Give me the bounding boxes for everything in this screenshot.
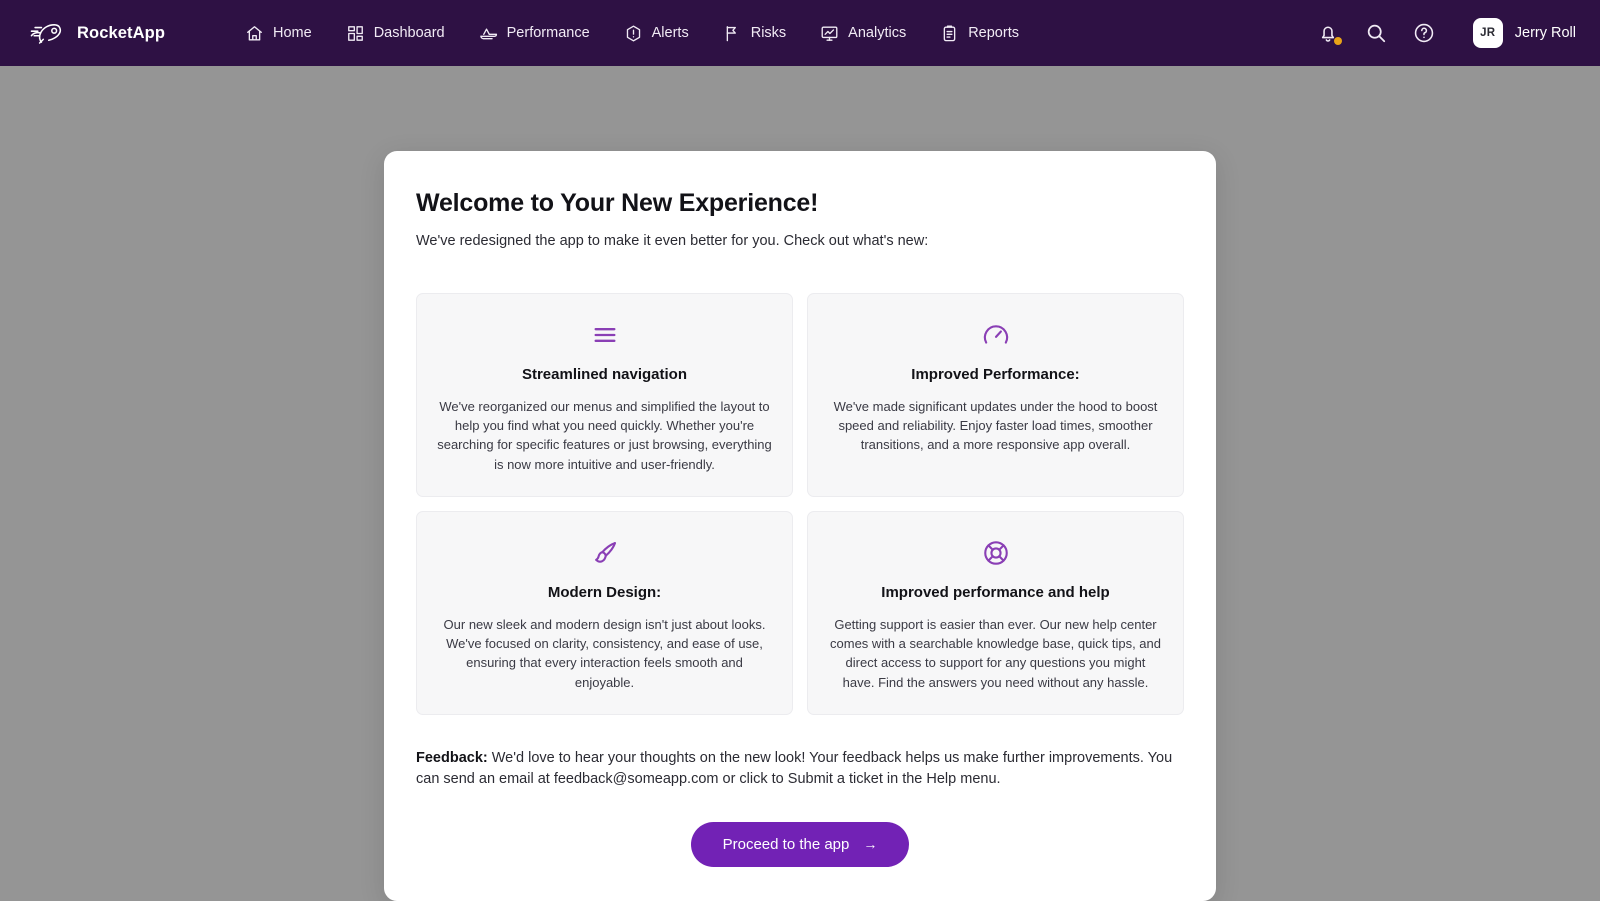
- nav-item-risks[interactable]: Risks: [721, 18, 788, 49]
- proceed-to-app-button[interactable]: Proceed to the app →: [690, 821, 910, 867]
- rocket-icon: [26, 20, 66, 46]
- proceed-button-label: Proceed to the app: [722, 835, 850, 853]
- clipboard-icon: [940, 24, 959, 43]
- feature-title: Improved Performance:: [911, 366, 1080, 383]
- feature-card-modern-design: Modern Design: Our new sleek and modern …: [416, 510, 793, 715]
- nav-item-reports[interactable]: Reports: [938, 18, 1021, 49]
- feature-card-streamlined-navigation: Streamlined navigation We've reorganized…: [416, 293, 793, 497]
- cta-container: Proceed to the app →: [416, 821, 1184, 867]
- feature-card-improved-performance: Improved Performance: We've made signifi…: [807, 293, 1184, 497]
- nav-item-dashboard[interactable]: Dashboard: [344, 18, 447, 49]
- user-name: Jerry Roll: [1514, 25, 1576, 41]
- top-navbar: RocketApp Home Dashboard Performance Ale…: [0, 0, 1600, 66]
- nav-label: Analytics: [848, 24, 907, 41]
- gauge-icon: [982, 318, 1010, 352]
- feature-description: We've made significant updates under the…: [833, 399, 1158, 453]
- page-title: Welcome to Your New Experience!: [416, 189, 819, 217]
- feature-description: Getting support is easier than ever. Our…: [830, 616, 1161, 690]
- feature-description: We've reorganized our menus and simplifi…: [437, 399, 772, 472]
- feedback-text: Feedback: We'd love to hear your thought…: [416, 748, 1184, 791]
- nav-label: Dashboard: [373, 24, 445, 41]
- analytics-monitor-icon: [820, 24, 839, 43]
- welcome-modal: Welcome to Your New Experience! We've re…: [384, 151, 1216, 901]
- feature-title: Modern Design:: [547, 583, 662, 601]
- nav-item-analytics[interactable]: Analytics: [818, 18, 908, 49]
- lifebuoy-icon: [982, 536, 1010, 570]
- home-icon: [245, 24, 264, 43]
- feature-grid: Streamlined navigation We've reorganized…: [416, 293, 1184, 715]
- paintbrush-icon: [591, 536, 619, 570]
- notifications-button[interactable]: [1315, 20, 1342, 46]
- help-circle-icon: [1413, 22, 1435, 44]
- alert-hexagon-icon: [624, 24, 643, 43]
- nav-label: Performance: [506, 24, 590, 41]
- menu-lines-icon: [591, 318, 619, 352]
- nav-item-performance[interactable]: Performance: [477, 18, 592, 49]
- page-subtitle: We've redesigned the app to make it even…: [416, 233, 929, 249]
- nav-item-home[interactable]: Home: [243, 18, 314, 49]
- dashboard-grid-icon: [346, 24, 365, 43]
- user-menu[interactable]: JR Jerry Roll: [1472, 18, 1576, 48]
- help-button[interactable]: [1411, 20, 1437, 46]
- navbar-actions: JR Jerry Roll: [1315, 18, 1576, 48]
- primary-nav: Home Dashboard Performance Alerts Risks …: [243, 18, 1021, 49]
- search-button[interactable]: [1363, 20, 1389, 46]
- feedback-body: We'd love to hear your thoughts on the n…: [416, 749, 1173, 788]
- nav-item-alerts[interactable]: Alerts: [622, 18, 691, 49]
- search-icon: [1365, 22, 1387, 44]
- feature-card-improved-performance-and-help: Improved performance and help Getting su…: [807, 510, 1184, 715]
- flag-icon: [723, 24, 742, 43]
- brand-logo-link[interactable]: RocketApp: [26, 20, 165, 46]
- nav-label: Home: [273, 24, 312, 41]
- feature-title: Improved performance and help: [881, 583, 1110, 601]
- nav-label: Risks: [750, 24, 787, 41]
- feature-title: Streamlined navigation: [521, 366, 688, 383]
- avatar: JR: [1472, 18, 1503, 48]
- nav-label: Alerts: [651, 24, 689, 41]
- notification-badge-dot: [1333, 37, 1342, 45]
- brand-name: RocketApp: [77, 23, 165, 42]
- page-stage: Welcome to Your New Experience! We've re…: [0, 66, 1600, 901]
- feature-description: Our new sleek and modern design isn't ju…: [443, 616, 766, 690]
- arrow-right-icon: →: [863, 836, 878, 853]
- feedback-label: Feedback:: [416, 749, 488, 766]
- nav-label: Reports: [968, 24, 1019, 41]
- speedboat-icon: [479, 24, 498, 43]
